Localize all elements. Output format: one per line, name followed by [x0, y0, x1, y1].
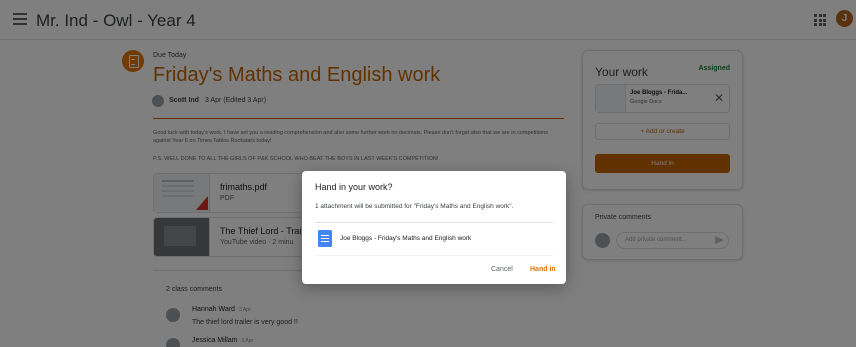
- confirm-hand-in-button[interactable]: Hand in: [530, 266, 556, 273]
- divider: [315, 255, 553, 256]
- hand-in-dialog: Hand in your work? 1 attachment will be …: [302, 171, 566, 284]
- dialog-title: Hand in your work?: [315, 182, 393, 192]
- dialog-message: 1 attachment will be submitted for "Frid…: [315, 203, 514, 210]
- divider: [315, 222, 553, 223]
- dialog-attachment-name[interactable]: Joe Bloggs - Friday's Maths and English …: [340, 235, 471, 242]
- google-docs-icon: [318, 230, 332, 247]
- cancel-button[interactable]: Cancel: [491, 266, 513, 273]
